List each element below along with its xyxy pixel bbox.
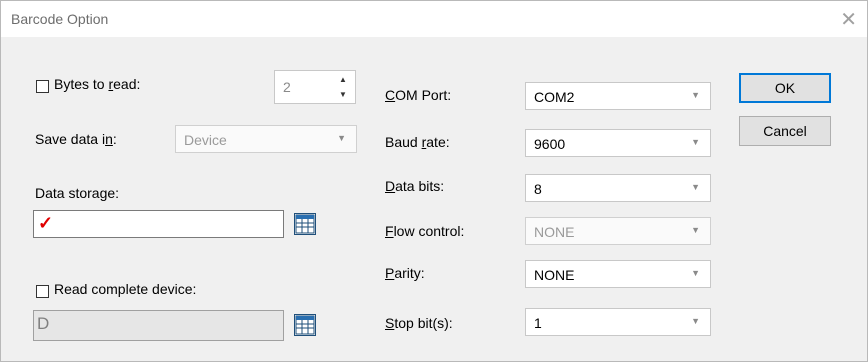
data-storage-field[interactable]: ✓ (33, 210, 284, 238)
window-title: Barcode Option (11, 11, 109, 27)
chevron-down-icon: ▼ (691, 316, 700, 326)
stop-bits-select[interactable]: 1 ▼ (525, 308, 711, 336)
chevron-down-icon: ▼ (691, 90, 700, 100)
chevron-down-icon: ▼ (691, 137, 700, 147)
stop-bits-value: 1 (534, 315, 542, 331)
save-data-in-select[interactable]: Device ▼ (175, 125, 357, 153)
parity-label: Parity: (385, 265, 425, 281)
chevron-down-icon: ▼ (337, 133, 346, 143)
save-data-in-value: Device (184, 132, 227, 148)
chevron-down-icon: ▼ (691, 268, 700, 278)
bytes-to-read-label: Bytes to read: (54, 76, 141, 92)
baud-rate-label: Baud rate: (385, 134, 450, 150)
flow-control-value: NONE (534, 224, 575, 240)
data-bits-value: 8 (534, 181, 542, 197)
bytes-to-read-value: 2 (283, 79, 291, 95)
chevron-down-icon: ▼ (691, 182, 700, 192)
stop-bits-label: Stop bit(s): (385, 315, 453, 331)
com-port-select[interactable]: COM2 ▼ (525, 82, 711, 110)
flow-control-label: Flow control: (385, 223, 465, 239)
read-complete-device-label: Read complete device: (54, 281, 197, 297)
data-bits-label: Data bits: (385, 178, 445, 194)
bytes-to-read-checkbox[interactable] (36, 80, 49, 93)
baud-rate-select[interactable]: 9600 ▼ (525, 129, 711, 157)
chevron-down-icon: ▼ (691, 225, 700, 235)
bytes-to-read-spinner[interactable]: 2 ▲ ▼ (274, 70, 356, 104)
ok-button[interactable]: OK (739, 73, 831, 103)
data-storage-check-mark: ✓ (38, 213, 54, 233)
spin-up-icon[interactable]: ▲ (335, 72, 351, 87)
save-data-in-label: Save data in: (35, 131, 117, 147)
barcode-option-dialog: Barcode Option ✕ Bytes to read: 2 ▲ ▼ Sa… (0, 0, 868, 362)
flow-control-select[interactable]: NONE ▼ (525, 217, 711, 245)
data-bits-select[interactable]: 8 ▼ (525, 174, 711, 202)
data-storage-label: Data storage: (35, 185, 120, 201)
read-complete-device-field[interactable]: D (33, 310, 284, 341)
cancel-button[interactable]: Cancel (739, 116, 831, 146)
baud-rate-value: 9600 (534, 136, 566, 152)
parity-value: NONE (534, 267, 575, 283)
parity-select[interactable]: NONE ▼ (525, 260, 711, 288)
spin-down-icon[interactable]: ▼ (335, 87, 351, 102)
title-bar: Barcode Option ✕ (1, 1, 867, 37)
com-port-label: COM Port: (385, 87, 452, 103)
device-browse-icon[interactable] (294, 213, 316, 235)
read-complete-device-checkbox[interactable] (36, 285, 49, 298)
read-complete-device-value: D (37, 314, 50, 333)
close-icon[interactable]: ✕ (840, 7, 857, 32)
com-port-value: COM2 (534, 89, 575, 105)
device-browse-icon-2[interactable] (294, 314, 316, 336)
